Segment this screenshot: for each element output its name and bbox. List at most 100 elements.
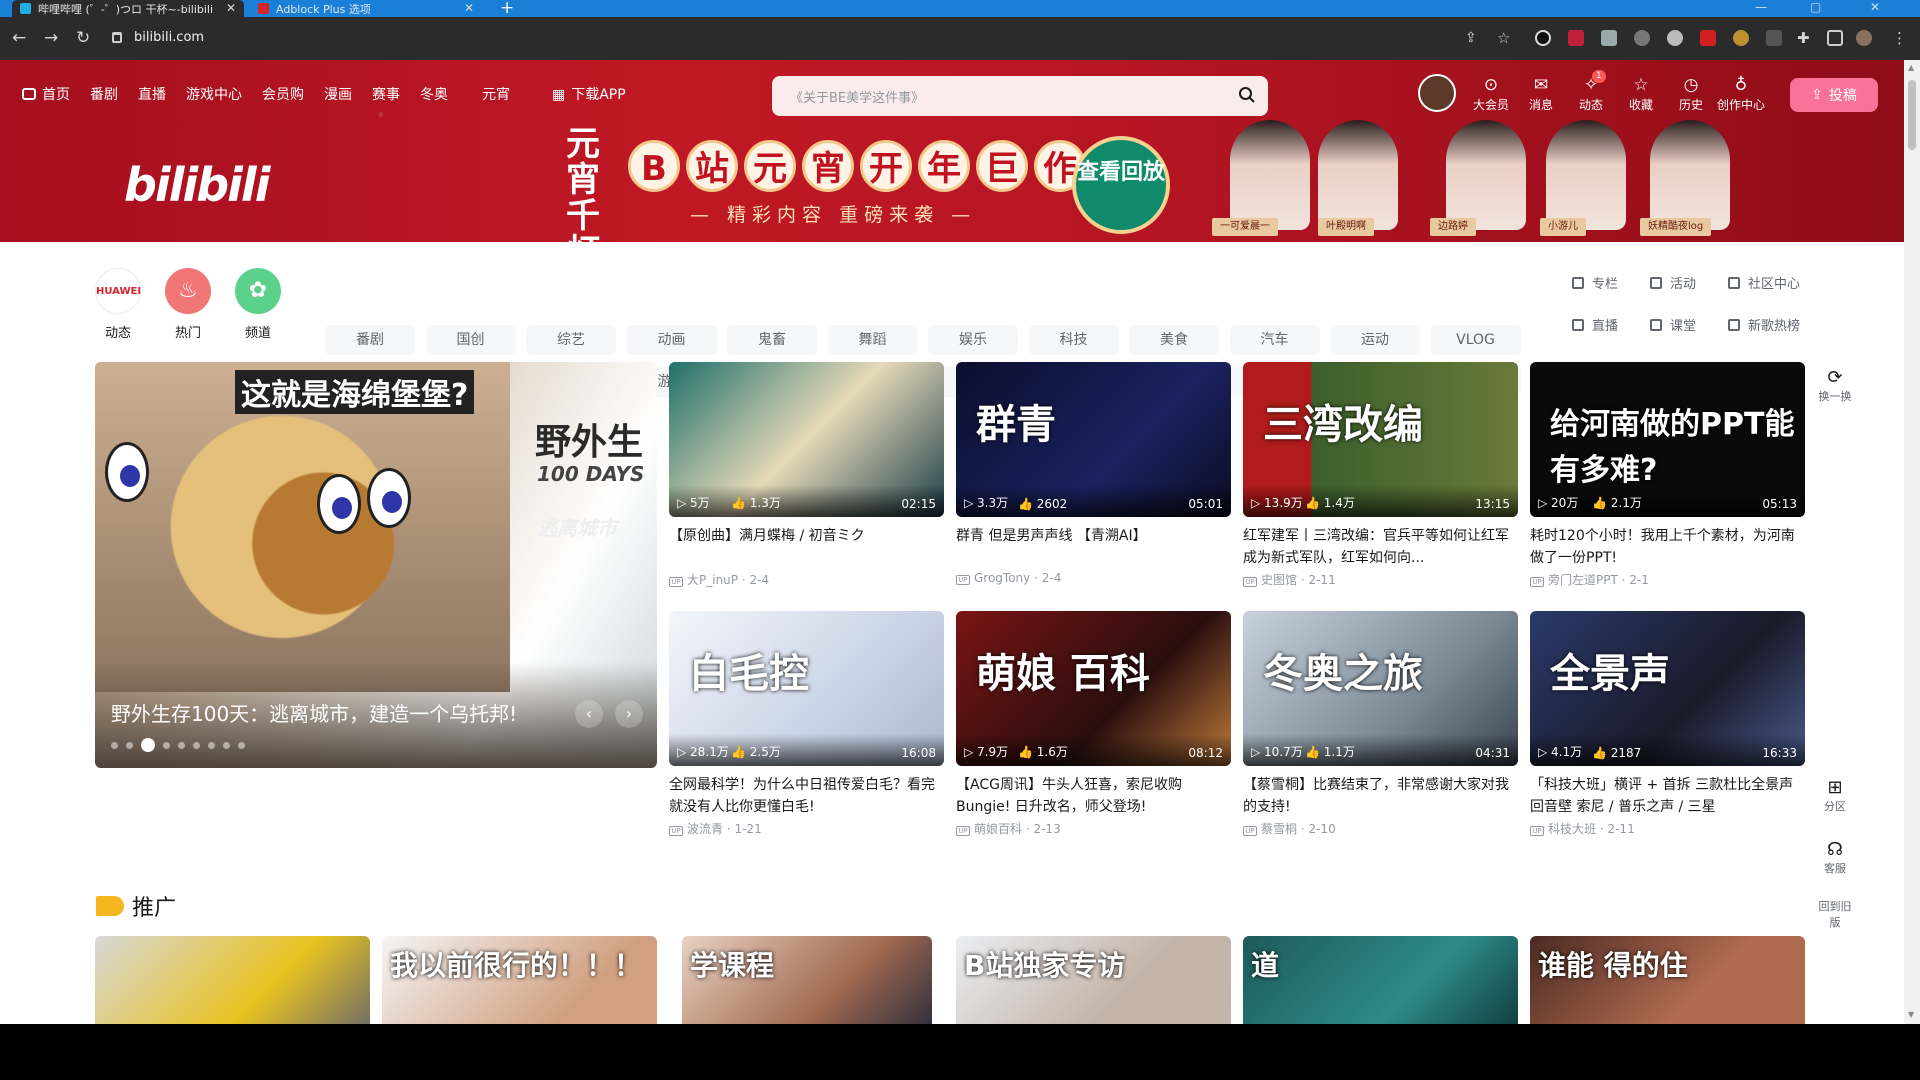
video-card[interactable]: 全景声 ▷ 4.1万 👍 2187 16:33 「科技大班」横评 + 首拆 三款杜比全景… <box>1530 611 1805 837</box>
carousel-dot[interactable] <box>141 738 155 752</box>
uploader-name[interactable]: 史图馆 <box>1261 573 1297 587</box>
puzzle-icon[interactable]: ✚ <box>1797 29 1810 47</box>
url-field[interactable]: bilibili.com <box>112 24 1442 51</box>
carousel-next-button[interactable]: › <box>615 700 643 728</box>
video-title[interactable]: 【原创曲】满月蝶梅 / 初音ミク <box>669 525 944 569</box>
nav-lantern-festival[interactable]: 元宵 <box>482 84 510 104</box>
nav-home[interactable]: 首页 <box>22 84 70 104</box>
nav-bangumi[interactable]: 番剧 <box>90 84 118 104</box>
link-class[interactable]: 课堂 <box>1650 315 1696 334</box>
video-thumbnail[interactable]: 群青 ▷ 3.3万 👍 2602 05:01 <box>956 362 1231 517</box>
channel-hot[interactable]: ♨ 热门 <box>158 268 218 341</box>
category-row1-3[interactable]: 动画 <box>626 325 717 355</box>
tab-adblock[interactable]: Adblock Plus 选项 ✕ <box>250 0 482 17</box>
extension-icon[interactable] <box>1535 30 1551 46</box>
carousel-dot[interactable] <box>223 741 230 749</box>
extension-icon[interactable] <box>1667 30 1683 46</box>
old-version-button[interactable]: 回到旧版 <box>1818 898 1852 930</box>
creator-center-button[interactable]: ♁ 创作中心 <box>1716 74 1766 113</box>
link-music-chart[interactable]: 新歌热榜 <box>1728 315 1800 334</box>
browser-menu-icon[interactable]: ⋮ <box>1892 29 1907 47</box>
carousel-dot[interactable] <box>163 741 170 749</box>
uploader-name[interactable]: 大P_inuP <box>687 573 738 587</box>
messages-button[interactable]: ✉ 消息 <box>1516 74 1566 113</box>
nav-mall[interactable]: 会员购 <box>262 84 304 104</box>
bookmark-star-icon[interactable]: ☆ <box>1497 29 1510 47</box>
extension-icon[interactable] <box>1700 30 1716 46</box>
video-card[interactable]: 三湾改编 ▷ 13.9万 👍 1.4万 13:15 红军建军丨三湾改编：官兵平等如何让红… <box>1243 362 1518 588</box>
new-tab-button[interactable]: + <box>500 0 514 18</box>
video-card[interactable]: 白毛控 ▷ 28.1万 👍 2.5万 16:08 全网最科学！为什么中日祖传爱白毛？看完… <box>669 611 944 837</box>
extension-icon[interactable] <box>1568 30 1584 46</box>
channel-channels[interactable]: ✿ 频道 <box>228 268 288 341</box>
video-title[interactable]: 群青 但是男声声线 【青溯AI】 <box>956 525 1231 569</box>
nav-download-app[interactable]: ▦ 下载APP <box>552 84 626 104</box>
upload-button[interactable]: ⇪ 投稿 <box>1790 78 1878 112</box>
search-icon[interactable] <box>1238 86 1256 104</box>
video-thumbnail[interactable]: ▷ 5万 👍 1.3万 02:15 <box>669 362 944 517</box>
scroll-up-icon[interactable]: ▲ <box>1908 63 1914 72</box>
video-thumbnail[interactable]: 全景声 ▷ 4.1万 👍 2187 16:33 <box>1530 611 1805 766</box>
close-window-icon[interactable]: ✕ <box>1870 0 1880 14</box>
refresh-button[interactable]: ⟳ 换一换 <box>1818 368 1852 404</box>
promo-tile[interactable]: 谁能 得的住 <box>1530 936 1805 1024</box>
video-title[interactable]: 红军建军丨三湾改编：官兵平等如何让红军成为新式军队，红军如何向... <box>1243 525 1518 569</box>
category-row1-5[interactable]: 舞蹈 <box>827 325 918 355</box>
profile-avatar-icon[interactable] <box>1856 30 1872 46</box>
category-row1-9[interactable]: 汽车 <box>1229 325 1320 355</box>
sidebar-toggle-icon[interactable] <box>1827 30 1843 46</box>
promo-tile[interactable]: 学课程 <box>682 936 932 1024</box>
video-title[interactable]: 耗时120个小时！我用上千个素材，为河南做了一份PPT! <box>1530 525 1805 569</box>
nav-game-center[interactable]: 游戏中心 <box>186 84 242 104</box>
uploader-name[interactable]: 波流青 <box>687 822 723 836</box>
extension-icon[interactable] <box>1766 30 1782 46</box>
nav-esports[interactable]: 赛事 <box>372 84 400 104</box>
video-title[interactable]: 【蔡雪桐】比赛结束了，非常感谢大家对我的支持! <box>1243 774 1518 818</box>
carousel-prev-button[interactable]: ‹ <box>575 700 603 728</box>
carousel-dot[interactable] <box>238 741 245 749</box>
uploader-name[interactable]: 蔡雪桐 <box>1261 822 1297 836</box>
carousel-dot[interactable] <box>178 741 185 749</box>
member-button[interactable]: ⊙ 大会员 <box>1466 74 1516 113</box>
extension-icon[interactable] <box>1601 30 1617 46</box>
promo-tile[interactable]: 我以前很行的！！！ <box>382 936 657 1024</box>
activity-button[interactable]: ✧ 1 动态 <box>1566 70 1616 113</box>
close-tab-icon[interactable]: ✕ <box>464 1 474 15</box>
nav-live[interactable]: 直播 <box>138 84 166 104</box>
page-scrollbar[interactable]: ▲ ▼ <box>1904 60 1920 1024</box>
carousel-dot[interactable] <box>111 741 118 749</box>
video-thumbnail[interactable]: 萌娘 百科 ▷ 7.9万 👍 1.6万 08:12 <box>956 611 1231 766</box>
nav-winter-olympics[interactable]: 冬奥 <box>420 84 448 104</box>
video-title[interactable]: 全网最科学！为什么中日祖传爱白毛？看完就没有人比你更懂白毛! <box>669 774 944 818</box>
uploader-name[interactable]: GrogTony <box>974 571 1030 585</box>
extension-icon[interactable] <box>1634 30 1650 46</box>
minimize-icon[interactable]: — <box>1755 0 1767 14</box>
category-row1-10[interactable]: 运动 <box>1330 325 1420 355</box>
partition-button[interactable]: ⊞ 分区 <box>1818 778 1852 814</box>
uploader-name[interactable]: 萌娘百科 <box>974 822 1022 836</box>
bilibili-logo[interactable]: bilibili <box>124 158 270 212</box>
category-row1-2[interactable]: 综艺 <box>526 325 616 355</box>
promo-tile[interactable]: B站独家专访 <box>956 936 1231 1024</box>
video-thumbnail[interactable]: 三湾改编 ▷ 13.9万 👍 1.4万 13:15 <box>1243 362 1518 517</box>
carousel-dot[interactable] <box>208 741 215 749</box>
link-column[interactable]: 专栏 <box>1572 273 1618 292</box>
promo-tile[interactable]: 道 <box>1243 936 1518 1024</box>
scrollbar-thumb[interactable] <box>1908 80 1916 150</box>
video-thumbnail[interactable]: 冬奥之旅 ▷ 10.7万 👍 1.1万 04:31 <box>1243 611 1518 766</box>
video-title[interactable]: 【ACG周讯】牛头人狂喜，索尼收购Bungie! 日升改名，师父登场! <box>956 774 1231 818</box>
video-title[interactable]: 「科技大班」横评 + 首拆 三款杜比全景声回音壁 索尼 / 普乐之声 / 三星 <box>1530 774 1805 818</box>
maximize-icon[interactable]: ▢ <box>1810 0 1821 14</box>
link-live[interactable]: 直播 <box>1572 315 1618 334</box>
link-community[interactable]: 社区中心 <box>1728 273 1800 292</box>
link-activity[interactable]: 活动 <box>1650 273 1696 292</box>
video-thumbnail[interactable]: 给河南做的PPT能有多难? ▷ 20万 👍 2.1万 05:13 <box>1530 362 1805 517</box>
search-input[interactable]: 《关于BE美学这件事》 <box>790 87 924 106</box>
share-icon[interactable]: ⇪ <box>1465 30 1477 46</box>
promo-tile[interactable] <box>95 936 370 1024</box>
close-tab-icon[interactable]: ✕ <box>226 1 236 15</box>
category-row1-0[interactable]: 番剧 <box>325 325 415 355</box>
scroll-down-icon[interactable]: ▼ <box>1908 1010 1914 1019</box>
reload-icon[interactable]: ↻ <box>76 28 90 48</box>
category-row1-8[interactable]: 美食 <box>1129 325 1219 355</box>
